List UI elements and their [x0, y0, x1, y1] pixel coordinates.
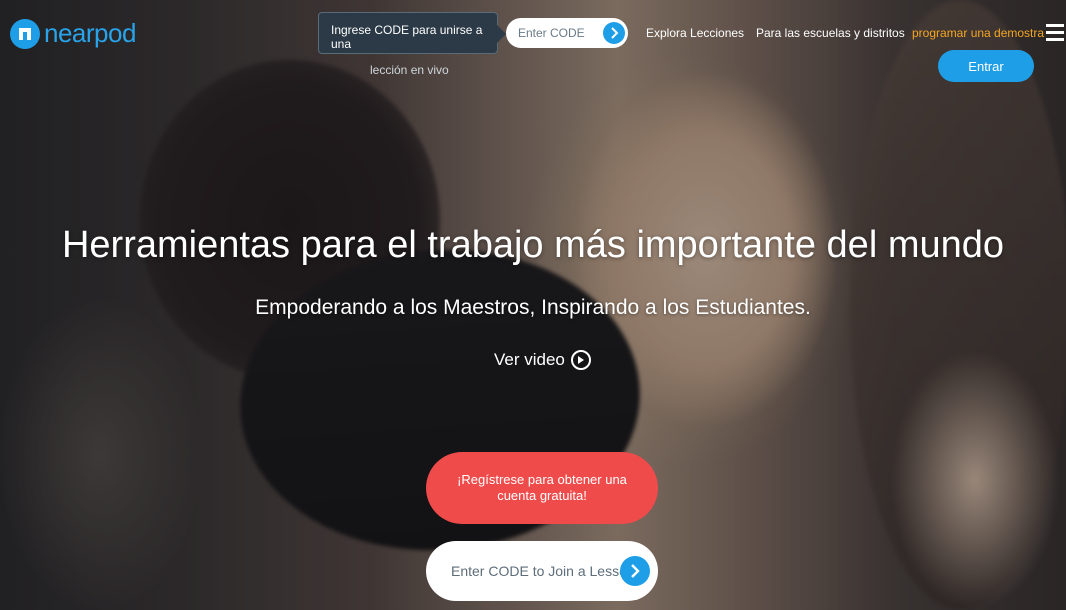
- hero-subheadline: Empoderando a los Maestros, Inspirando a…: [255, 296, 811, 319]
- code-input[interactable]: Enter CODE: [506, 18, 628, 48]
- logo[interactable]: nearpod: [10, 18, 136, 49]
- play-icon: [570, 350, 591, 370]
- hamburger-menu-icon[interactable]: [1046, 24, 1064, 45]
- code-prompt-sub: lección en vivo: [370, 63, 449, 77]
- code-prompt-text: Ingrese CODE para unirse a una: [331, 23, 483, 51]
- nav-schools-districts[interactable]: Para las escuelas y distritos: [756, 26, 905, 40]
- login-button[interactable]: Entrar: [938, 50, 1034, 82]
- nearpod-logo-icon: [10, 18, 40, 49]
- chevron-right-icon[interactable]: [603, 22, 625, 44]
- code-input-placeholder: Enter CODE: [518, 26, 585, 40]
- signup-button[interactable]: ¡Regístrese para obtener una cuenta grat…: [426, 452, 658, 524]
- nav-explore-lessons[interactable]: Explora Lecciones: [646, 26, 744, 40]
- logo-text: nearpod: [44, 18, 136, 48]
- nav-schedule-demo[interactable]: programar una demostración: [912, 26, 1044, 40]
- watch-video-link[interactable]: Ver video: [494, 350, 591, 370]
- watch-video-label: Ver video: [494, 350, 565, 369]
- join-lesson-input[interactable]: Enter CODE to Join a Lesson: [426, 541, 658, 601]
- join-lesson-placeholder: Enter CODE to Join a Lesson: [451, 563, 635, 579]
- code-prompt: Ingrese CODE para unirse a una: [318, 12, 506, 54]
- hero-headline: Herramientas para el trabajo más importa…: [61, 224, 1005, 266]
- chevron-right-icon[interactable]: [620, 556, 650, 586]
